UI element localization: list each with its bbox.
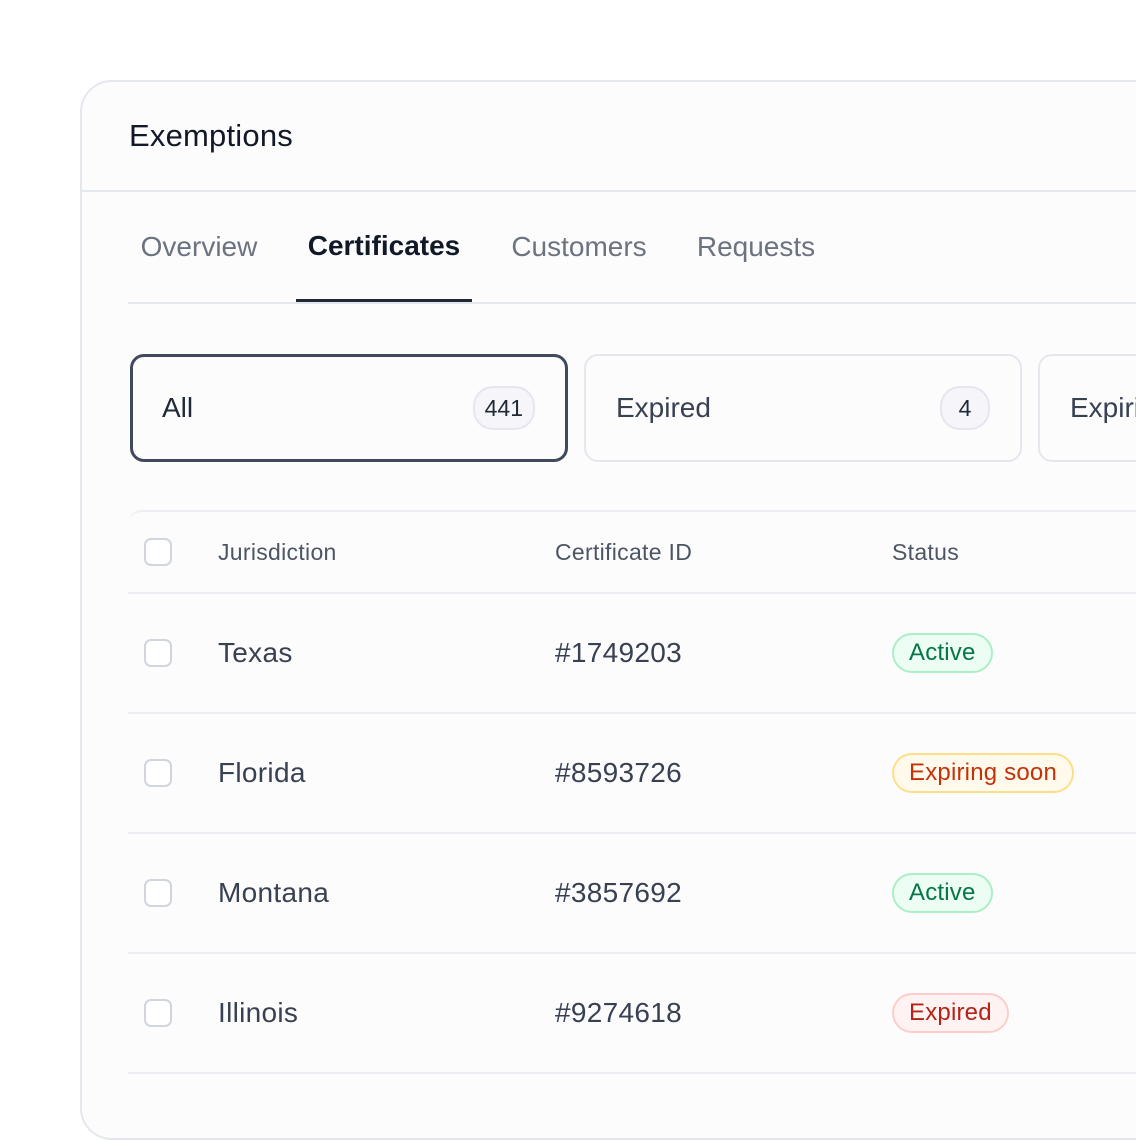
certificate-id-cell: #8593726: [555, 757, 682, 788]
tab-customers[interactable]: Customers: [498, 192, 660, 302]
jurisdiction-cell: Florida: [218, 757, 306, 788]
status-filter-cards: All 441 Expired 4 Expiring soon: [130, 354, 1136, 462]
tab-requests[interactable]: Requests: [686, 192, 826, 302]
filter-label: Expiring soon: [1070, 392, 1136, 423]
status-badge: Expired: [892, 993, 1009, 1033]
table-row[interactable]: Illinois #9274618 Expired: [128, 954, 1136, 1074]
filter-card-expired[interactable]: Expired 4: [584, 354, 1022, 462]
jurisdiction-cell: Montana: [218, 877, 330, 908]
certificate-id-cell: #3857692: [555, 877, 682, 908]
status-badge: Expiring soon: [892, 753, 1075, 793]
jurisdiction-cell: Texas: [218, 637, 293, 668]
row-checkbox[interactable]: [144, 639, 172, 667]
filter-card-expiring-soon[interactable]: Expiring soon: [1038, 354, 1136, 462]
exemptions-panel: Exemptions Overview Certificates Custome…: [80, 80, 1136, 1140]
certificate-id-cell: #9274618: [555, 997, 682, 1028]
filter-count-badge: 441: [472, 386, 535, 430]
panel-header: Exemptions: [82, 82, 1136, 192]
row-checkbox[interactable]: [144, 759, 172, 787]
table-header-row: Jurisdiction Certificate ID Status: [128, 512, 1136, 594]
filter-label: All: [162, 392, 194, 423]
table-row[interactable]: Texas #1749203 Active: [128, 594, 1136, 714]
certificates-table: Jurisdiction Certificate ID Status Texas…: [128, 510, 1136, 1074]
row-checkbox[interactable]: [144, 999, 172, 1027]
select-all-checkbox[interactable]: [144, 538, 172, 566]
filter-label: Expired: [616, 392, 711, 423]
tab-certificates[interactable]: Certificates: [296, 192, 472, 302]
status-badge: Active: [892, 873, 993, 913]
tab-overview[interactable]: Overview: [128, 192, 270, 302]
jurisdiction-cell: Illinois: [218, 997, 299, 1028]
page-title: Exemptions: [129, 118, 293, 153]
column-header-status[interactable]: Status: [892, 539, 959, 566]
column-header-certificate-id[interactable]: Certificate ID: [555, 539, 692, 566]
status-badge: Active: [892, 633, 993, 673]
table-row[interactable]: Montana #3857692 Active: [128, 834, 1136, 954]
certificate-id-cell: #1749203: [555, 637, 682, 668]
filter-count-badge: 4: [940, 386, 990, 430]
tab-bar: Overview Certificates Customers Requests: [128, 192, 1136, 304]
column-header-jurisdiction[interactable]: Jurisdiction: [218, 539, 337, 566]
filter-card-all[interactable]: All 441: [130, 354, 568, 462]
row-checkbox[interactable]: [144, 879, 172, 907]
table-row[interactable]: Florida #8593726 Expiring soon: [128, 714, 1136, 834]
